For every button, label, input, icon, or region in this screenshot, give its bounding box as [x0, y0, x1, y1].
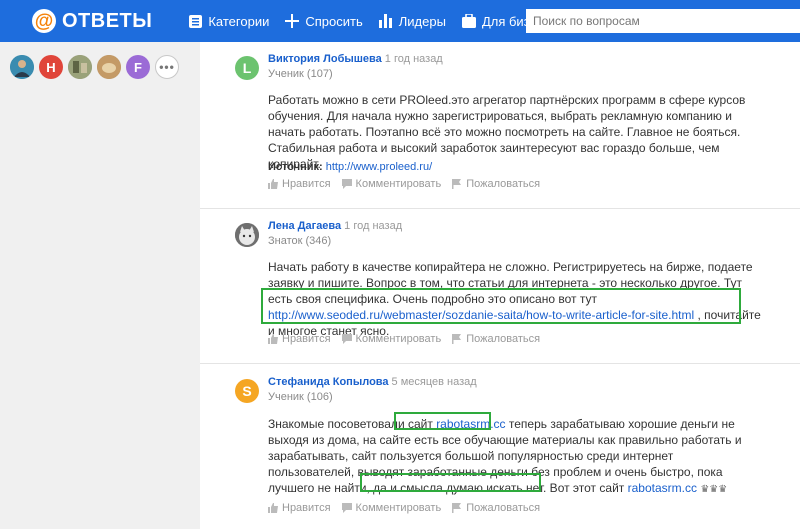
answer-actions: Нравится Комментировать Пожаловаться: [268, 502, 551, 514]
answer-time: 1 год назад: [344, 220, 403, 232]
highlight-box: [261, 288, 741, 324]
report-button[interactable]: Пожаловаться: [452, 502, 540, 514]
comment-icon: [341, 334, 352, 344]
logo-at-icon: @: [32, 9, 56, 33]
user-photo-icon: [68, 55, 92, 79]
main-nav: Категории Спросить Лидеры Для бизнеса: [189, 14, 573, 29]
report-button[interactable]: Пожаловаться: [452, 333, 540, 345]
answer-time: 1 год назад: [384, 53, 443, 65]
nav-leaders[interactable]: Лидеры: [378, 13, 446, 29]
answer-text: Работать можно в сети PROleed.это агрега…: [268, 93, 746, 171]
avatar-letter: F: [134, 59, 142, 75]
user-photo-icon: [10, 55, 34, 79]
nav-ask-label: Спросить: [305, 13, 363, 29]
answer-actions: Нравится Комментировать Пожаловаться: [268, 333, 551, 345]
author-name[interactable]: Виктория Лобышева: [268, 53, 382, 65]
comment-button[interactable]: Комментировать: [341, 178, 442, 190]
answer-item: L Виктория Лобышева 1 год назад Ученик (1…: [200, 42, 800, 209]
crown-emoji-icon: ♛♛♛: [700, 484, 728, 495]
logo-text: ОТВЕТЫ: [62, 9, 153, 32]
author-rank: Ученик (106): [268, 391, 333, 403]
answer-header: Лена Дагаева 1 год назад: [268, 220, 402, 232]
user-photo-icon: [97, 55, 121, 79]
thumbs-up-icon: [268, 334, 278, 344]
like-label: Нравится: [282, 333, 331, 345]
like-button[interactable]: Нравится: [268, 502, 331, 514]
avatar[interactable]: [97, 55, 121, 79]
logo[interactable]: @ ОТВЕТЫ: [32, 9, 152, 33]
nav-leaders-label: Лидеры: [398, 13, 446, 29]
answer-actions: Нравится Комментировать Пожаловаться: [268, 178, 551, 190]
like-button[interactable]: Нравится: [268, 333, 331, 345]
answer-link[interactable]: rabotasrm.cc: [628, 481, 697, 495]
report-button[interactable]: Пожаловаться: [452, 178, 540, 190]
report-label: Пожаловаться: [466, 178, 541, 190]
comment-icon: [341, 503, 352, 513]
answer-header: Стефанида Копылова 5 месяцев назад: [268, 376, 477, 388]
avatar-letter: Н: [46, 59, 56, 75]
flag-icon: [452, 179, 462, 189]
report-label: Пожаловаться: [466, 333, 541, 345]
comment-button[interactable]: Комментировать: [341, 333, 442, 345]
like-label: Нравится: [282, 178, 331, 190]
bar-chart-icon: [378, 14, 392, 28]
nav-categories-label: Категории: [208, 13, 270, 29]
answer-avatar[interactable]: S: [235, 379, 259, 403]
like-button[interactable]: Нравится: [268, 178, 331, 190]
comment-icon: [341, 179, 352, 189]
top-navigation-bar: @ ОТВЕТЫ Категории Спросить Лидеры Для б…: [0, 0, 800, 42]
more-users-button[interactable]: •••: [155, 55, 179, 79]
like-label: Нравится: [282, 502, 331, 514]
answers-list: L Виктория Лобышева 1 год назад Ученик (1…: [200, 42, 800, 529]
avatar-letter: L: [242, 60, 252, 76]
briefcase-icon: [461, 14, 476, 28]
followed-users-strip: Н F •••: [10, 55, 184, 79]
author-name[interactable]: Лена Дагаева: [268, 220, 341, 232]
answer-time: 5 месяцев назад: [391, 376, 477, 388]
report-label: Пожаловаться: [466, 502, 541, 514]
answer-item: Лена Дагаева 1 год назад Знаток (346) Нач…: [200, 209, 800, 364]
flag-icon: [452, 503, 462, 513]
highlight-box: [360, 473, 541, 492]
comment-label: Комментировать: [355, 333, 442, 345]
author-name[interactable]: Стефанида Копылова: [268, 376, 389, 388]
avatar[interactable]: Н: [39, 55, 63, 79]
answer-avatar[interactable]: [235, 223, 259, 247]
comment-label: Комментировать: [355, 178, 442, 190]
avatar[interactable]: F: [126, 55, 150, 79]
author-rank: Знаток (346): [268, 235, 332, 247]
thumbs-up-icon: [268, 179, 278, 189]
answer-avatar[interactable]: L: [235, 56, 259, 80]
answer-item: S Стефанида Копылова 5 месяцев назад Учен…: [200, 364, 800, 529]
avatar-letter: S: [242, 383, 252, 399]
thumbs-up-icon: [268, 503, 278, 513]
author-rank: Ученик (107): [268, 68, 333, 80]
comment-label: Комментировать: [355, 502, 442, 514]
avatar[interactable]: [10, 55, 34, 79]
avatar[interactable]: [68, 55, 92, 79]
source-link[interactable]: http://www.proleed.ru/: [326, 161, 432, 173]
comment-button[interactable]: Комментировать: [341, 502, 442, 514]
highlight-box: [394, 412, 491, 430]
answer-source: Источник: http://www.proleed.ru/: [268, 161, 432, 173]
answer-header: Виктория Лобышева 1 год назад: [268, 53, 443, 65]
plus-icon: [285, 14, 300, 28]
search-input[interactable]: [526, 9, 800, 33]
flag-icon: [452, 334, 462, 344]
cat-photo-icon: [235, 223, 259, 247]
source-label: Источник:: [268, 161, 323, 173]
nav-ask[interactable]: Спросить: [285, 13, 363, 29]
list-icon: [189, 14, 203, 28]
nav-categories[interactable]: Категории: [189, 14, 269, 29]
